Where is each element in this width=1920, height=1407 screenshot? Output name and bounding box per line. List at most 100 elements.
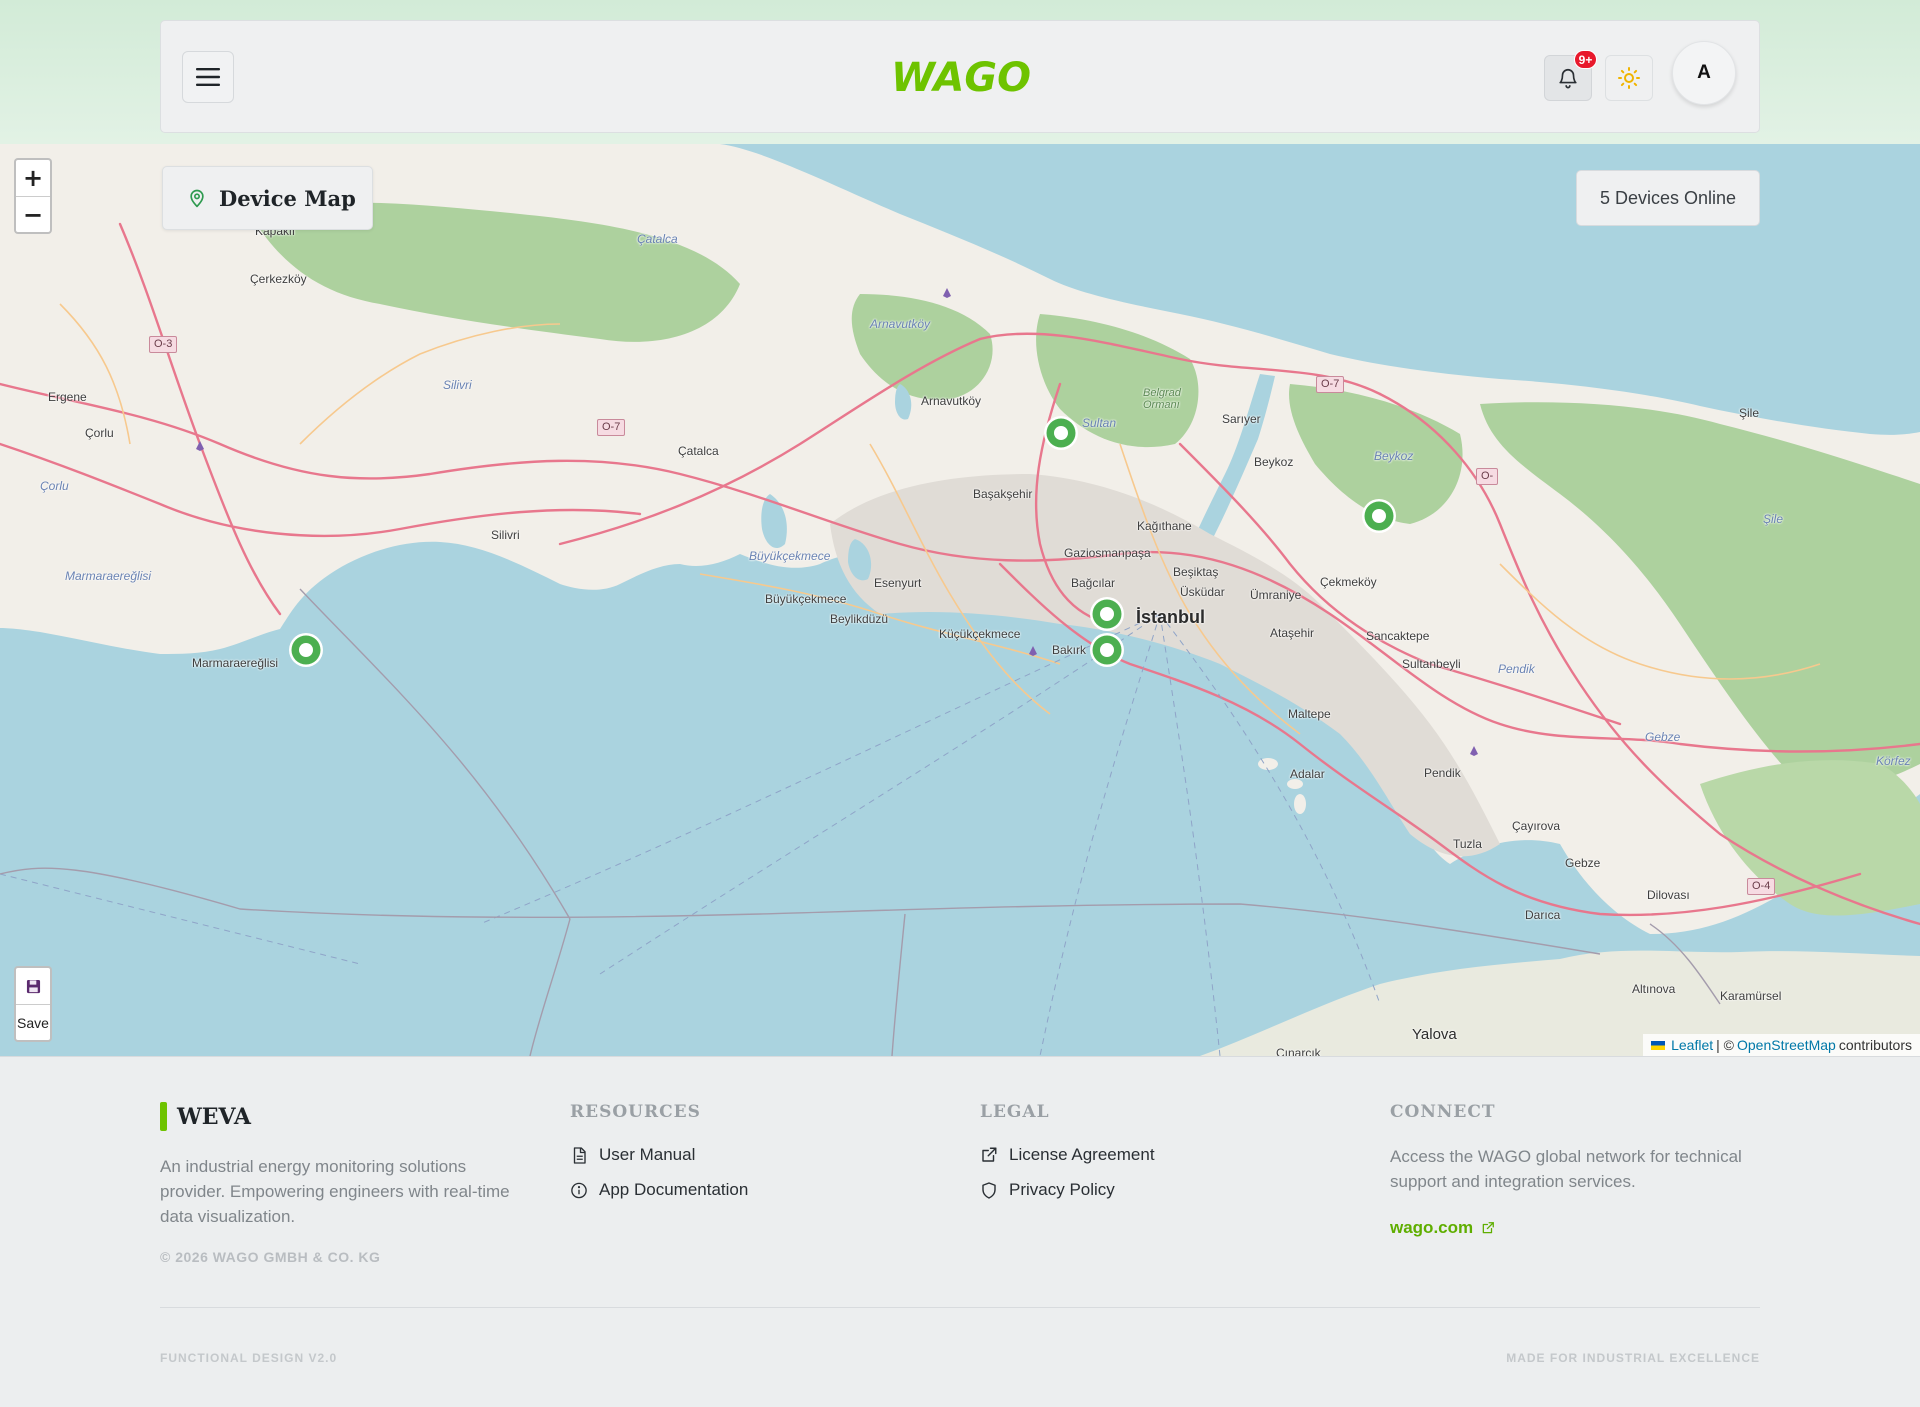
road-shield-o7-west: O-7	[597, 419, 626, 436]
legal-heading: LEGAL	[980, 1102, 1050, 1122]
label-cinarcik: Çınarcık	[1276, 1046, 1321, 1056]
label-gebze-area: Gebze	[1645, 730, 1681, 744]
tagline: MADE FOR INDUSTRIAL EXCELLENCE	[1506, 1351, 1760, 1365]
label-kagithane: Kağıthane	[1137, 519, 1192, 533]
label-istanbul: İstanbul	[1136, 607, 1206, 627]
external-link-icon	[982, 1147, 997, 1162]
map-attribution: Leaflet | © OpenStreetMap contributors	[1643, 1034, 1920, 1056]
road-shield-o4: O-4	[1747, 878, 1776, 895]
menu-button[interactable]	[182, 51, 234, 103]
save-label[interactable]: Save	[16, 1004, 50, 1040]
privacy-policy-label: Privacy Policy	[1009, 1180, 1115, 1199]
zoom-in-button[interactable]: +	[16, 160, 50, 196]
save-map-control: Save	[14, 966, 52, 1042]
label-buyukcekmece-lake: Büyükçekmece	[749, 549, 831, 563]
label-besiktas: Beşiktaş	[1173, 565, 1219, 579]
shield-icon	[982, 1181, 996, 1199]
wago-logo[interactable]: WAGO	[889, 51, 1034, 103]
label-cekmekoy: Çekmeköy	[1320, 575, 1377, 589]
openstreetmap-link[interactable]: OpenStreetMap	[1737, 1037, 1836, 1053]
brand-name: WEVA	[177, 1103, 251, 1130]
label-arnavutkoy: Arnavutköy	[921, 394, 982, 408]
label-umraniye: Ümraniye	[1250, 588, 1302, 602]
zoom-out-button[interactable]: −	[16, 196, 50, 232]
leaflet-link[interactable]: Leaflet	[1671, 1037, 1713, 1053]
label-marmaraereglisi-area: Marmaraereğlisi	[65, 569, 152, 583]
external-link-icon	[1482, 1222, 1495, 1234]
design-version: FUNCTIONAL DESIGN V2.0	[160, 1351, 338, 1365]
label-adalar: Adalar	[1290, 767, 1325, 781]
label-sultan: Sultan	[1082, 416, 1117, 430]
label-uskudar: Üsküdar	[1180, 585, 1225, 599]
site-footer: WEVA An industrial energy monitoring sol…	[0, 1056, 1920, 1407]
user-manual-link[interactable]: User Manual	[570, 1145, 695, 1165]
connect-heading: CONNECT	[1390, 1102, 1496, 1122]
label-arnavutkoy-area: Arnavutköy	[870, 317, 931, 331]
brand-accent-bar	[160, 1102, 167, 1131]
resources-heading: RESOURCES	[570, 1102, 701, 1122]
menu-icon	[196, 68, 220, 86]
device-marker[interactable]	[1359, 496, 1399, 536]
label-atasehir: Ataşehir	[1270, 626, 1315, 640]
map-title: Device Map	[219, 185, 356, 211]
app-documentation-link[interactable]: App Documentation	[570, 1180, 748, 1200]
label-yalova: Yalova	[1412, 1026, 1457, 1043]
wago-website-link[interactable]: wago.com	[1390, 1218, 1495, 1238]
label-sile-area: Şile	[1763, 512, 1784, 526]
map-title-card: Device Map	[162, 166, 373, 230]
label-kucukcekmece: Küçükçekmece	[939, 627, 1021, 641]
label-tuzla: Tuzla	[1453, 837, 1482, 851]
label-cayirova: Çayırova	[1512, 819, 1561, 833]
label-korfez: Körfez	[1876, 754, 1911, 768]
license-agreement-label: License Agreement	[1009, 1145, 1155, 1164]
label-pendik: Pendik	[1424, 766, 1461, 780]
label-marmaraereglisi: Marmaraereğlisi	[192, 656, 279, 670]
label-bakirkoy: Bakırk	[1052, 643, 1087, 657]
theme-toggle-button[interactable]	[1605, 55, 1653, 101]
privacy-policy-link[interactable]: Privacy Policy	[980, 1180, 1115, 1200]
bell-icon	[1559, 69, 1577, 89]
svg-text:WAGO: WAGO	[891, 55, 1031, 101]
road-shield-o7-east: O-7	[1316, 376, 1345, 393]
label-silivri-area: Silivri	[443, 378, 472, 392]
notification-badge: 9+	[1574, 50, 1597, 69]
wago-website-label: wago.com	[1390, 1218, 1474, 1237]
user-avatar[interactable]: A	[1672, 41, 1736, 105]
map-pin-icon	[190, 189, 204, 208]
info-icon	[571, 1182, 587, 1198]
label-bagcilar: Bağcılar	[1071, 576, 1116, 590]
license-agreement-link[interactable]: License Agreement	[980, 1145, 1155, 1165]
save-map-button[interactable]	[16, 968, 50, 1004]
label-basaksehir: Başakşehir	[973, 487, 1033, 501]
label-sultanbeyli: Sultanbeyli	[1402, 657, 1461, 671]
device-marker[interactable]	[1087, 594, 1127, 634]
app-documentation-label: App Documentation	[599, 1180, 749, 1199]
device-marker[interactable]	[286, 630, 326, 670]
label-maltepe: Maltepe	[1288, 707, 1331, 721]
label-karamursel: Karamürsel	[1720, 989, 1782, 1003]
label-darica: Darıca	[1525, 908, 1561, 922]
label-esenyurt: Esenyurt	[874, 576, 922, 590]
road-shield-o-cut: O-	[1476, 468, 1499, 485]
device-map[interactable]: Kapaklı Çerkezköy Ergene Çorlu Çorlu Mar…	[0, 144, 1920, 1056]
device-marker[interactable]	[1087, 630, 1127, 670]
label-buyukcekmece: Büyükçekmece	[765, 592, 847, 606]
devices-online-status: 5 Devices Online	[1576, 170, 1760, 226]
connect-description: Access the WAGO global network for techn…	[1390, 1147, 1742, 1191]
device-marker[interactable]	[1041, 413, 1081, 453]
ukraine-flag-icon	[1651, 1040, 1666, 1050]
copyright: © 2026 WAGO GMBH & CO. KG	[160, 1249, 381, 1265]
label-gebze: Gebze	[1565, 856, 1601, 870]
label-beylikduzu: Beylikdüzü	[830, 612, 889, 626]
footer-brand: WEVA	[160, 1102, 251, 1131]
label-ergene: Ergene	[48, 390, 87, 404]
label-sariyer: Sarıyer	[1222, 412, 1261, 426]
app-header: WAGO 9+ A	[160, 20, 1760, 133]
label-altinova: Altınova	[1632, 982, 1676, 996]
user-manual-label: User Manual	[599, 1145, 696, 1164]
label-belgrad: Belgrad Ormanı	[1143, 387, 1181, 411]
footer-divider	[160, 1307, 1760, 1308]
label-catalca: Çatalca	[678, 444, 719, 458]
document-icon	[573, 1146, 586, 1164]
label-pendik-area: Pendik	[1498, 662, 1535, 676]
